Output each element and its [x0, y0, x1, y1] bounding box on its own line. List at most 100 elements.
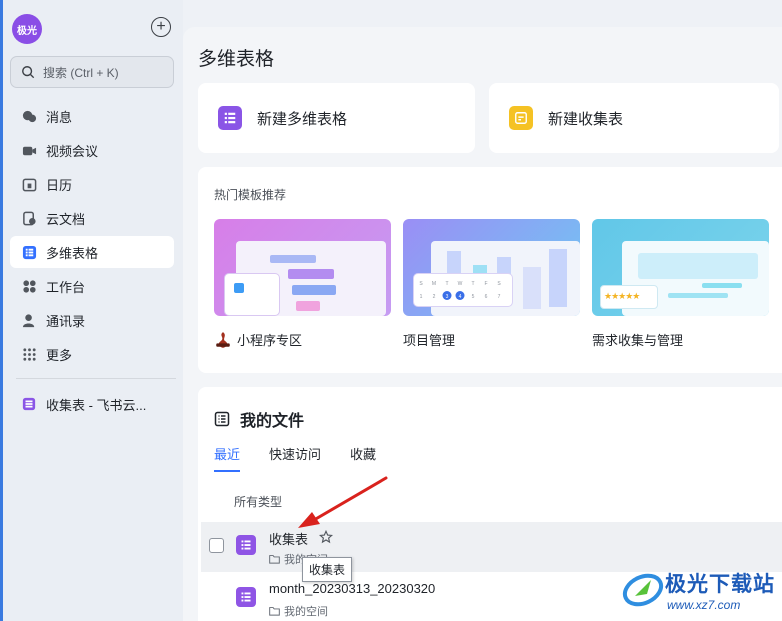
- calendar-glyph: T: [445, 281, 448, 287]
- tab-recent[interactable]: 最近: [214, 444, 241, 472]
- create-base-card[interactable]: 新建多维表格: [198, 83, 475, 153]
- annotation-arrow-icon: [298, 476, 388, 528]
- calendar-glyph: F: [484, 281, 487, 287]
- template-label: 小程序专区: [214, 330, 391, 349]
- template-label-text: 小程序专区: [237, 333, 303, 348]
- sidebar-item-video-meeting[interactable]: 视频会议: [10, 134, 174, 166]
- template-label-text: 项目管理: [403, 333, 456, 348]
- sidebar-item-label: 工作台: [46, 279, 86, 295]
- sidebar-item-workplace[interactable]: 工作台: [10, 270, 174, 302]
- create-form-card[interactable]: 新建收集表: [489, 83, 779, 153]
- calendar-glyph: W: [458, 281, 463, 287]
- sidebar-item-cloud-docs[interactable]: 云文档: [10, 202, 174, 234]
- sidebar-item-messages[interactable]: 消息: [10, 100, 174, 132]
- file-location-text: 我的空间: [284, 606, 328, 618]
- template-thumbnail: ★★★★★: [592, 219, 769, 316]
- sidebar-item-label: 通讯录: [46, 313, 86, 329]
- watermark-logo-icon: [622, 573, 664, 607]
- sidebar-divider: [16, 378, 176, 379]
- create-form-label: 新建收集表: [548, 110, 624, 128]
- rating-stars-icon: ★★★★★: [604, 291, 640, 301]
- template-card-project[interactable]: S M T W T F S 1 2 3 4 5 6 7 项目管理: [403, 219, 580, 349]
- window-edge: [0, 0, 3, 621]
- search-placeholder: 搜索 (Ctrl + K): [43, 65, 119, 80]
- my-files-title: 我的文件: [214, 407, 304, 431]
- add-button[interactable]: +: [151, 17, 171, 37]
- calendar-glyph: S: [419, 281, 423, 287]
- base-table-icon: [218, 106, 242, 130]
- contacts-icon: [21, 312, 37, 328]
- form-file-icon: [236, 535, 256, 555]
- plus-icon: +: [156, 18, 166, 35]
- calendar-glyph: 4: [459, 294, 462, 300]
- file-location: 我的空间: [269, 603, 328, 619]
- calendar-glyph: T: [471, 281, 474, 287]
- sidebar-item-label: 更多: [46, 347, 73, 363]
- template-label-text: 需求收集与管理: [592, 333, 684, 348]
- sidebar-item-contacts[interactable]: 通讯录: [10, 304, 174, 336]
- template-heading: 热门模板推荐: [214, 188, 287, 202]
- miniapp-icon: [216, 331, 230, 348]
- template-card-requirements[interactable]: ★★★★★ 需求收集与管理: [592, 219, 769, 349]
- sidebar-recent-doc[interactable]: 收集表 - 飞书云...: [10, 388, 174, 420]
- main-area: 多维表格 新建多维表格 新建收集表 热门模板推荐 小程序专区 S M T W T…: [183, 0, 782, 621]
- base-table-icon: [21, 396, 37, 412]
- sidebar-nav: 消息 视频会议 日历 云文档 多维表格 工作台 通讯录 更多: [10, 100, 174, 372]
- sidebar-item-base[interactable]: 多维表格: [10, 236, 174, 268]
- template-card-miniapp[interactable]: 小程序专区: [214, 219, 391, 349]
- chat-bubble-icon: [21, 108, 37, 124]
- video-camera-icon: [21, 142, 37, 158]
- search-input[interactable]: 搜索 (Ctrl + K): [10, 56, 174, 88]
- calendar-glyph: 7: [498, 294, 501, 300]
- list-icon: [214, 411, 230, 427]
- sidebar-item-label: 多维表格: [46, 245, 99, 261]
- tooltip: 收集表: [302, 557, 353, 582]
- row-checkbox[interactable]: [209, 538, 224, 553]
- user-avatar[interactable]: 极光: [12, 14, 42, 44]
- more-dots-icon: [21, 346, 37, 362]
- my-files-title-text: 我的文件: [240, 413, 305, 430]
- template-thumbnail: S M T W T F S 1 2 3 4 5 6 7: [403, 219, 580, 316]
- folder-icon: [269, 607, 280, 616]
- calendar-glyph: M: [432, 281, 436, 287]
- template-label: 项目管理: [403, 330, 580, 349]
- type-filter[interactable]: 所有类型: [234, 493, 282, 510]
- file-tabs: 最近 快速访问 收藏: [214, 444, 405, 472]
- calendar-mini: S M T W T F S 1 2 3 4 5 6 7: [419, 281, 501, 300]
- cloud-doc-icon: [21, 210, 37, 226]
- search-icon: [22, 66, 35, 79]
- sidebar-item-label: 云文档: [46, 211, 86, 227]
- sidebar-item-label: 日历: [46, 177, 73, 193]
- calendar-glyph: 2: [433, 294, 436, 300]
- form-icon: [509, 106, 533, 130]
- page-title: 多维表格: [198, 49, 275, 70]
- recent-doc-label: 收集表 - 飞书云...: [46, 397, 147, 413]
- calendar-icon: [21, 176, 37, 192]
- calendar-glyph: 1: [420, 294, 423, 300]
- calendar-glyph: S: [497, 281, 501, 287]
- watermark-title: 极光下载站: [665, 573, 775, 596]
- tab-favorites[interactable]: 收藏: [350, 444, 376, 472]
- calendar-glyph: 5: [472, 294, 475, 300]
- sidebar-item-label: 视频会议: [46, 143, 99, 159]
- template-section: 热门模板推荐 小程序专区 S M T W T F S 1 2 3 4 5 6 7…: [198, 167, 782, 373]
- file-name[interactable]: month_20230313_20230320: [269, 581, 435, 596]
- template-label: 需求收集与管理: [592, 330, 769, 349]
- watermark: 极光下载站 www.xz7.com: [615, 562, 780, 618]
- base-file-icon: [236, 587, 256, 607]
- sidebar-item-label: 消息: [46, 109, 73, 125]
- sidebar-item-calendar[interactable]: 日历: [10, 168, 174, 200]
- folder-icon: [269, 555, 280, 564]
- create-base-label: 新建多维表格: [257, 110, 348, 128]
- calendar-glyph: 6: [485, 294, 488, 300]
- star-icon[interactable]: [319, 530, 333, 544]
- template-thumbnail: [214, 219, 391, 316]
- watermark-url: www.xz7.com: [667, 598, 741, 612]
- tab-quick-access[interactable]: 快速访问: [269, 444, 321, 472]
- calendar-glyph: 3: [446, 294, 449, 300]
- sidebar-item-more[interactable]: 更多: [10, 338, 174, 370]
- avatar-text: 极光: [17, 25, 37, 37]
- base-table-icon: [21, 244, 37, 260]
- workplace-grid-icon: [21, 278, 37, 294]
- sidebar: 极光 + 搜索 (Ctrl + K) 消息 视频会议 日历 云文档 多维表格 工…: [0, 0, 183, 621]
